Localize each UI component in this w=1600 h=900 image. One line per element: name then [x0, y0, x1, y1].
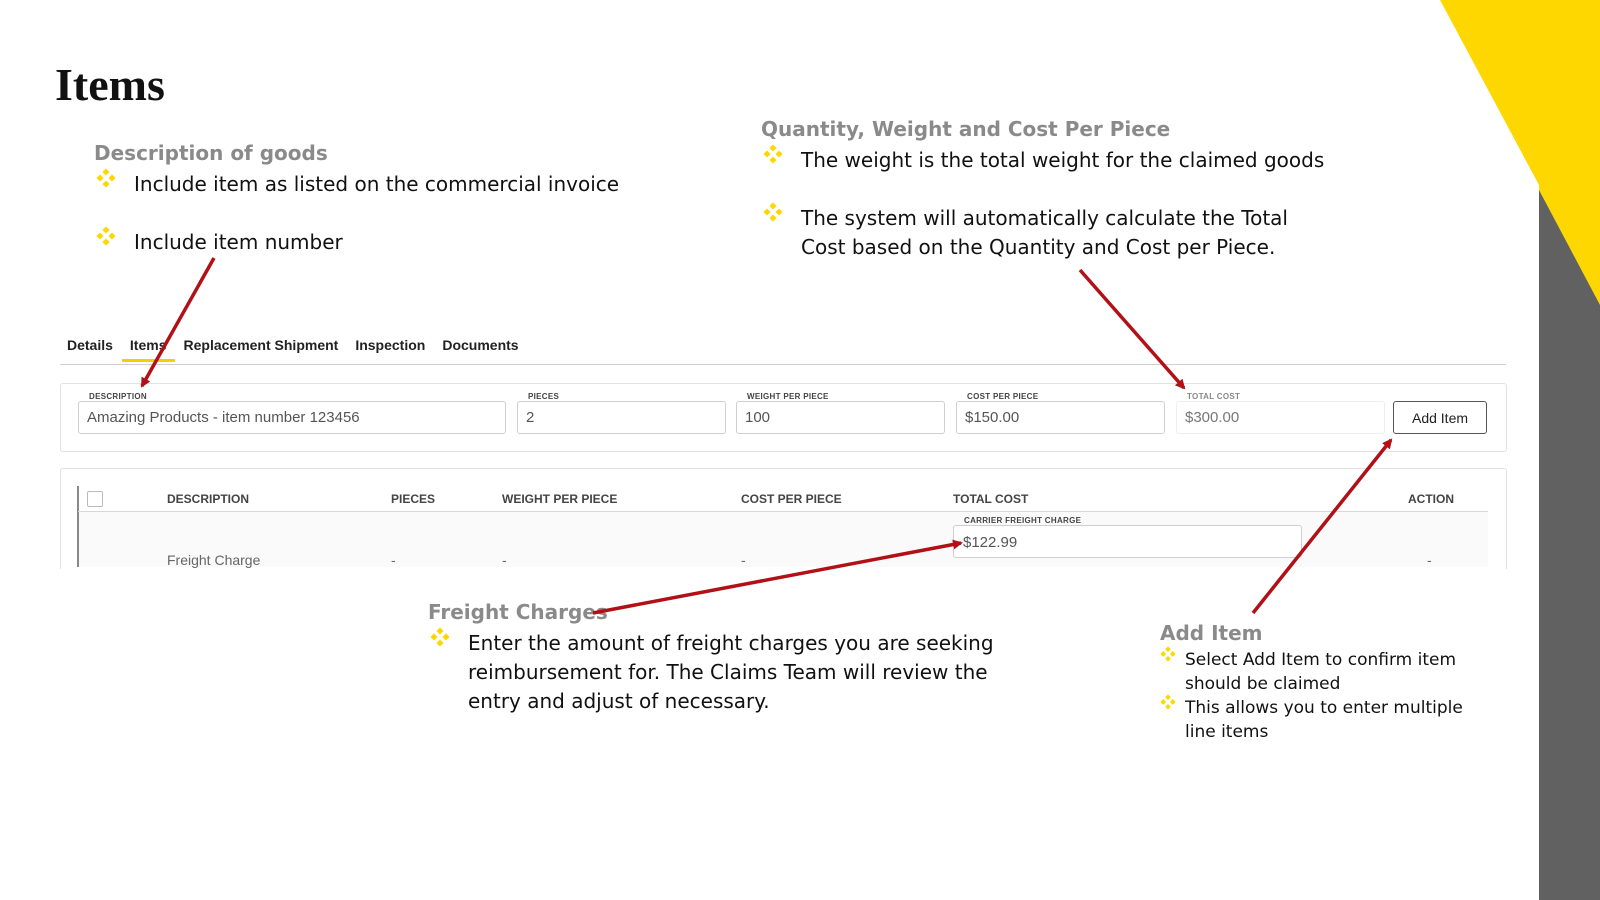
arrow-to-total-cost-field: [1078, 268, 1186, 390]
arrow-to-add-item-button: [1251, 438, 1393, 615]
arrow-to-description-field: [140, 257, 216, 388]
arrow-to-freight-charge-field: [592, 539, 963, 615]
annotation-arrows: [140, 257, 1393, 615]
